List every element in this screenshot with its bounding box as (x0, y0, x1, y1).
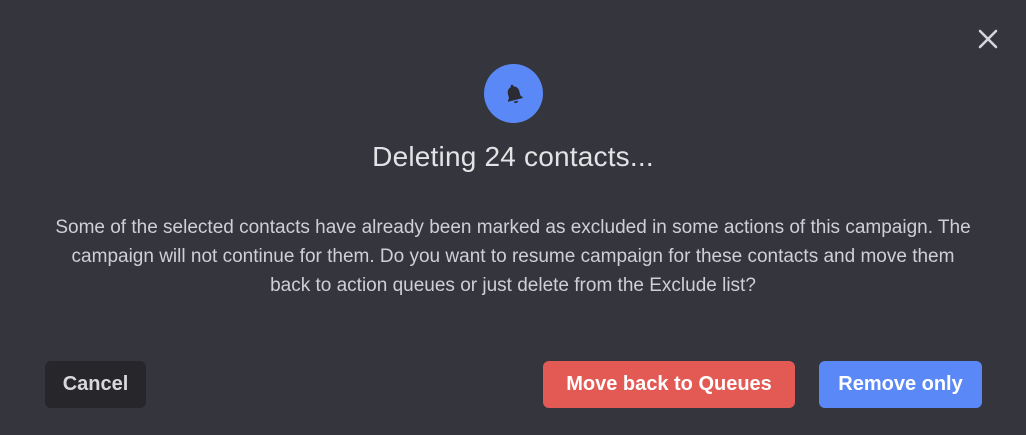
cancel-button[interactable]: Cancel (45, 361, 146, 408)
remove-only-button[interactable]: Remove only (819, 361, 982, 408)
dialog-header-badge (484, 64, 543, 123)
close-button[interactable] (976, 27, 1000, 51)
dialog-message: Some of the selected contacts have alrea… (55, 217, 971, 296)
bell-icon (507, 84, 523, 103)
dialog-title: Deleting 24 contacts... (372, 141, 654, 172)
delete-contacts-dialog: Deleting 24 contacts... Some of the sele… (0, 0, 1026, 435)
move-back-to-queues-button[interactable]: Move back to Queues (543, 361, 795, 408)
close-icon (978, 29, 998, 49)
